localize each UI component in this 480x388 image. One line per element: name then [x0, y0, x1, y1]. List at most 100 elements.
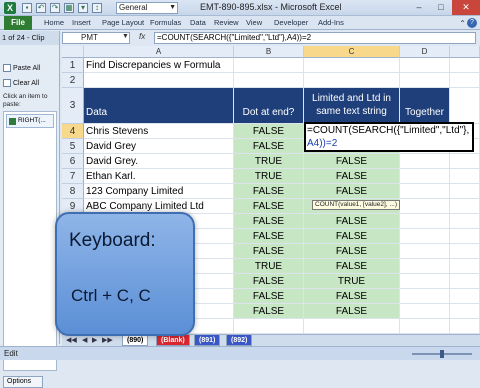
tab-formulas[interactable]: Formulas — [150, 16, 181, 30]
tab-page-layout[interactable]: Page Layout — [102, 16, 144, 30]
cell[interactable]: Dot at end? — [234, 88, 304, 124]
tab-insert[interactable]: Insert — [72, 16, 91, 30]
cell[interactable] — [400, 274, 450, 289]
row-header[interactable]: 4 — [62, 124, 84, 139]
excel-app-icon[interactable]: X — [4, 2, 16, 14]
column-header-b[interactable]: B — [234, 46, 304, 58]
tab-review[interactable]: Review — [214, 16, 239, 30]
cell[interactable] — [450, 73, 480, 88]
name-box[interactable]: PMT — [62, 32, 130, 44]
cell[interactable] — [450, 229, 480, 244]
cell-limited-ltd[interactable]: FALSE — [304, 289, 400, 304]
sort-icon[interactable]: ↕ — [92, 3, 102, 13]
cell-limited-ltd[interactable]: TRUE — [304, 274, 400, 289]
row-header[interactable]: 5 — [62, 139, 84, 154]
column-header-d[interactable]: D — [400, 46, 450, 58]
cell-data[interactable]: Ethan Karl. — [84, 169, 234, 184]
formula-input[interactable]: =COUNT(SEARCH({"Limited","Ltd"},A4))=2 — [154, 32, 476, 44]
cell[interactable] — [450, 58, 480, 73]
cell[interactable] — [400, 199, 450, 214]
row-header[interactable]: 1 — [62, 58, 84, 73]
prev-sheet-icon[interactable]: ◀ — [82, 336, 87, 344]
cell-limited-ltd[interactable]: FALSE — [304, 214, 400, 229]
cell[interactable] — [450, 289, 480, 304]
cell[interactable] — [400, 289, 450, 304]
cell[interactable] — [400, 73, 450, 88]
clipboard-item[interactable]: RIGHT(... — [6, 114, 54, 128]
cell-data[interactable]: Chris Stevens — [84, 124, 234, 139]
clear-all-button[interactable]: Clear All — [3, 78, 39, 90]
cell[interactable] — [234, 58, 304, 73]
sheet-tab-blank[interactable]: (Blank) — [156, 335, 190, 346]
sheet-tab-891[interactable]: (891) — [194, 335, 221, 346]
cell-dot-at-end[interactable]: FALSE — [234, 199, 304, 214]
cell-limited-ltd[interactable]: FALSE — [304, 169, 400, 184]
cell[interactable] — [304, 58, 400, 73]
cell[interactable] — [450, 199, 480, 214]
cell-dot-at-end[interactable]: TRUE — [234, 169, 304, 184]
cell[interactable] — [400, 184, 450, 199]
cell-dot-at-end[interactable]: FALSE — [234, 304, 304, 319]
cell[interactable] — [450, 88, 480, 124]
cell[interactable] — [400, 58, 450, 73]
cell-dot-at-end[interactable]: FALSE — [234, 289, 304, 304]
cell[interactable] — [400, 259, 450, 274]
maximize-button[interactable]: □ — [430, 0, 452, 15]
cell-limited-ltd[interactable]: FALSE — [304, 259, 400, 274]
next-sheet-icon[interactable]: ▶ — [92, 336, 97, 344]
cell-limited-ltd[interactable]: FALSE — [304, 229, 400, 244]
undo-icon[interactable]: ↶ — [36, 3, 46, 13]
cell[interactable] — [400, 169, 450, 184]
options-button[interactable]: Options — [3, 376, 43, 388]
cell[interactable]: Find Discrepancies w Formula — [84, 58, 234, 73]
cell-dot-at-end[interactable]: FALSE — [234, 244, 304, 259]
tab-view[interactable]: View — [246, 16, 262, 30]
cell-data[interactable]: David Grey — [84, 139, 234, 154]
cell[interactable] — [400, 319, 450, 334]
cell[interactable] — [234, 73, 304, 88]
column-header-e[interactable] — [450, 46, 480, 58]
cell-dot-at-end[interactable]: FALSE — [234, 214, 304, 229]
sheet-tab-892[interactable]: (892) — [226, 335, 253, 346]
tab-data[interactable]: Data — [190, 16, 206, 30]
sheet-tab-890[interactable]: (890) — [122, 335, 149, 346]
cell-limited-ltd[interactable]: FALSE — [304, 244, 400, 259]
first-sheet-icon[interactable]: ◀◀ — [66, 336, 77, 344]
cell[interactable] — [400, 154, 450, 169]
cell-data[interactable]: 123 Company Limited — [84, 184, 234, 199]
tab-home[interactable]: Home — [44, 16, 64, 30]
cell[interactable] — [450, 259, 480, 274]
row-header[interactable]: 3 — [62, 88, 84, 124]
cell[interactable]: Together — [400, 88, 450, 124]
cell-limited-ltd[interactable]: FALSE — [304, 304, 400, 319]
minimize-button[interactable]: – — [408, 0, 430, 15]
cell[interactable] — [400, 304, 450, 319]
cell[interactable] — [400, 244, 450, 259]
filter-icon[interactable]: ▾ — [78, 3, 88, 13]
cell[interactable] — [400, 214, 450, 229]
cell[interactable] — [450, 319, 480, 334]
cell[interactable]: Limited and Ltd in same text string — [304, 88, 400, 124]
cell-limited-ltd[interactable]: FALSE — [304, 184, 400, 199]
close-button[interactable]: ✕ — [452, 0, 480, 15]
cell[interactable] — [84, 73, 234, 88]
zoom-slider-thumb[interactable] — [440, 350, 444, 358]
cell[interactable] — [400, 229, 450, 244]
cell-data[interactable]: David Grey. — [84, 154, 234, 169]
cell[interactable] — [450, 154, 480, 169]
cell-limited-ltd[interactable]: FALSE — [304, 154, 400, 169]
cell[interactable] — [234, 319, 304, 334]
select-all-corner[interactable] — [62, 46, 84, 58]
cell[interactable] — [450, 169, 480, 184]
table-icon[interactable]: ▦ — [64, 3, 74, 13]
row-header[interactable]: 8 — [62, 184, 84, 199]
column-header-c[interactable]: C — [304, 46, 400, 58]
cell-dot-at-end[interactable]: TRUE — [234, 259, 304, 274]
cell[interactable] — [450, 184, 480, 199]
tab-file[interactable]: File — [4, 16, 32, 30]
cell[interactable] — [304, 319, 400, 334]
chevron-down-icon[interactable]: ▼ — [122, 33, 129, 40]
redo-icon[interactable]: ↷ — [50, 3, 60, 13]
cell-dot-at-end[interactable]: FALSE — [234, 139, 304, 154]
cell-dot-at-end[interactable]: FALSE — [234, 124, 304, 139]
